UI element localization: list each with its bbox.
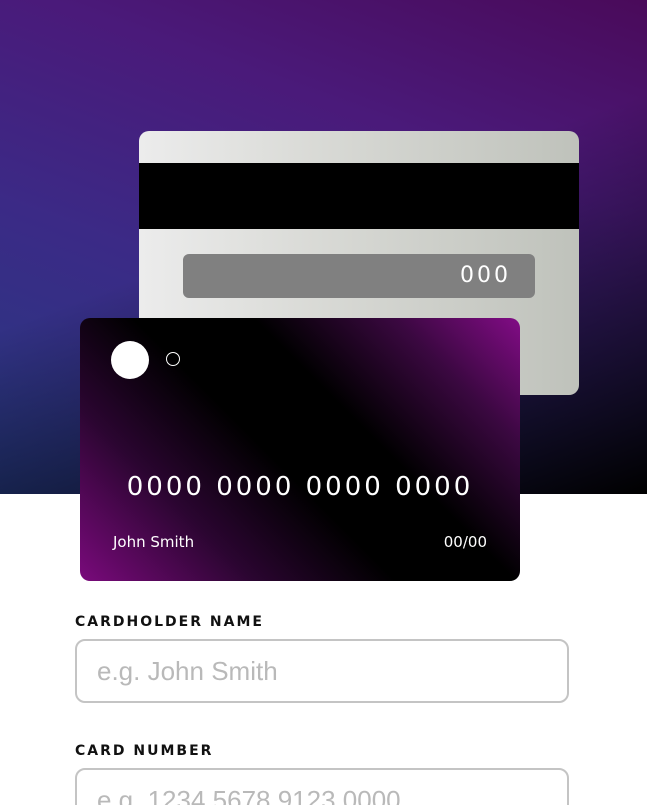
card-logo-circle-icon — [111, 341, 149, 379]
cardholder-name-label: CARDHOLDER NAME — [75, 614, 264, 630]
card-expiry-display: 00/00 — [443, 533, 487, 551]
card-cvc: 000 — [460, 263, 511, 288]
card-logo-ring-icon — [166, 352, 180, 366]
card-front: 0000 0000 0000 0000 John Smith 00/00 — [80, 318, 520, 581]
card-number-input[interactable] — [75, 768, 569, 805]
cvc-strip: 000 — [183, 254, 535, 298]
magnetic-stripe — [139, 163, 579, 229]
card-number-display: 0000 0000 0000 0000 — [126, 472, 474, 502]
card-number-label: CARD NUMBER — [75, 743, 214, 759]
cardholder-name-input[interactable] — [75, 639, 569, 703]
card-holder-display: John Smith — [113, 533, 195, 551]
page: 000 0000 0000 0000 0000 John Smith 00/00… — [0, 0, 647, 805]
